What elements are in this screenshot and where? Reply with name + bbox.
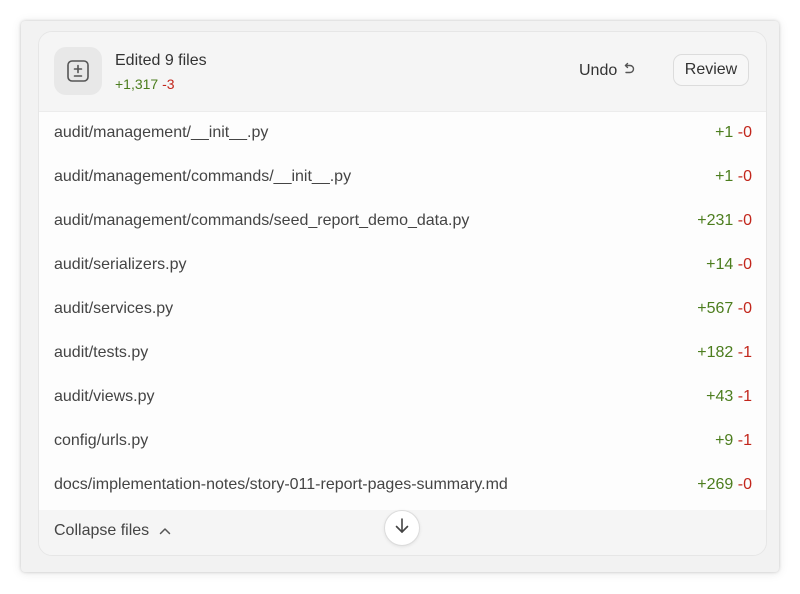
file-deletions: -0 <box>737 124 752 141</box>
file-path: audit/services.py <box>54 300 174 317</box>
scroll-to-bottom-button[interactable] <box>384 510 420 546</box>
file-path: docs/implementation-notes/story-011-repo… <box>54 476 508 493</box>
file-path: audit/tests.py <box>54 344 149 361</box>
file-deletions: -1 <box>737 344 752 361</box>
file-path: config/urls.py <box>54 432 149 449</box>
card-header: Edited 9 files +1,317 -3 Undo Review <box>39 32 766 110</box>
undo-button[interactable]: Undo <box>579 59 636 83</box>
file-deletions: -1 <box>737 388 752 405</box>
file-path: audit/serializers.py <box>54 256 187 273</box>
total-additions: +1,317 <box>115 76 159 92</box>
file-additions: +269 <box>697 476 734 493</box>
file-additions: +182 <box>697 344 734 361</box>
changed-files-list: audit/management/__init__.py +1 -0 audit… <box>39 111 766 511</box>
arrow-down-icon <box>394 517 410 540</box>
plus-minus-icon <box>54 47 102 95</box>
total-line-changes: +1,317 -3 <box>115 76 175 92</box>
undo-label: Undo <box>579 62 618 79</box>
file-additions: +9 <box>715 432 734 449</box>
file-additions: +1 <box>715 124 734 141</box>
collapse-files-label: Collapse files <box>54 522 150 539</box>
file-path: audit/views.py <box>54 388 155 405</box>
file-deletions: -0 <box>737 476 752 493</box>
file-line-changes: +1 -0 <box>715 168 752 186</box>
file-path: audit/management/commands/seed_report_de… <box>54 212 470 229</box>
file-deletions: -0 <box>737 256 752 273</box>
file-deletions: -0 <box>737 300 752 317</box>
file-additions: +43 <box>706 388 734 405</box>
file-row[interactable]: audit/management/commands/__init__.py +1… <box>39 156 766 200</box>
file-line-changes: +231 -0 <box>697 212 752 230</box>
file-additions: +231 <box>697 212 734 229</box>
file-row[interactable]: docs/implementation-notes/story-011-repo… <box>39 464 766 508</box>
file-deletions: -0 <box>737 212 752 229</box>
file-deletions: -0 <box>737 168 752 185</box>
file-additions: +1 <box>715 168 734 185</box>
file-line-changes: +1 -0 <box>715 124 752 142</box>
edited-files-card: Edited 9 files +1,317 -3 Undo Review aud… <box>38 31 767 556</box>
file-row[interactable]: config/urls.py +9 -1 <box>39 420 766 464</box>
file-line-changes: +182 -1 <box>697 344 752 362</box>
file-row[interactable]: audit/tests.py +182 -1 <box>39 332 766 376</box>
file-additions: +14 <box>706 256 734 273</box>
file-line-changes: +567 -0 <box>697 300 752 318</box>
file-row[interactable]: audit/views.py +43 -1 <box>39 376 766 420</box>
file-row[interactable]: audit/services.py +567 -0 <box>39 288 766 332</box>
file-line-changes: +9 -1 <box>715 432 752 450</box>
file-line-changes: +43 -1 <box>706 388 752 406</box>
edited-files-title: Edited 9 files <box>115 52 207 69</box>
chevron-up-icon <box>159 522 171 540</box>
undo-arrow-icon <box>622 62 636 81</box>
edit-summary-panel: Edited 9 files +1,317 -3 Undo Review aud… <box>21 21 779 572</box>
file-line-changes: +269 -0 <box>697 476 752 494</box>
file-additions: +567 <box>697 300 734 317</box>
review-button[interactable]: Review <box>673 54 749 86</box>
file-line-changes: +14 -0 <box>706 256 752 274</box>
collapse-files-button[interactable]: Collapse files <box>54 522 171 540</box>
file-path: audit/management/__init__.py <box>54 124 269 141</box>
file-row[interactable]: audit/management/commands/seed_report_de… <box>39 200 766 244</box>
file-deletions: -1 <box>737 432 752 449</box>
file-row[interactable]: audit/management/__init__.py +1 -0 <box>39 112 766 156</box>
total-deletions: -3 <box>162 76 175 92</box>
file-path: audit/management/commands/__init__.py <box>54 168 352 185</box>
file-row[interactable]: audit/serializers.py +14 -0 <box>39 244 766 288</box>
